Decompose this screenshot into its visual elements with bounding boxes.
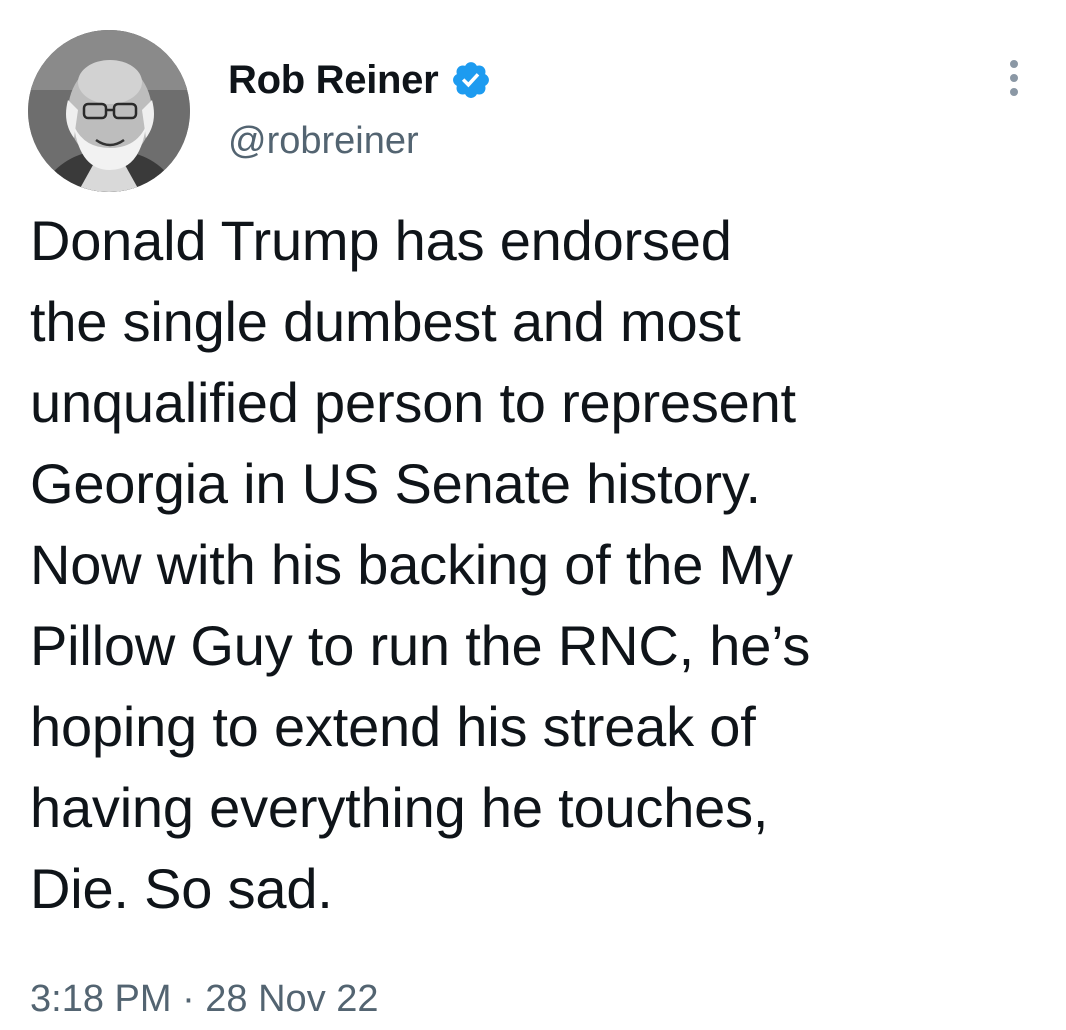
author-handle[interactable]: @robreiner — [228, 120, 419, 163]
tweet-timestamp[interactable]: 3:18 PM · 28 Nov 22 — [30, 978, 379, 1021]
tweet-text-line: Donald Trump has endorsed — [30, 209, 732, 272]
tweet-text: Donald Trump has endorsed the single dum… — [30, 200, 1040, 929]
tweet-text-line: Pillow Guy to run the RNC, he’s — [30, 614, 811, 677]
author-name-row: Rob Reiner — [228, 52, 492, 108]
tweet-text-line: the single dumbest and most — [30, 290, 741, 353]
tweet-text-line: hoping to extend his streak of — [30, 695, 756, 758]
more-options-icon[interactable] — [996, 52, 1032, 104]
avatar-photo — [28, 30, 190, 192]
tweet-text-line: Die. So sad. — [30, 857, 333, 920]
avatar[interactable] — [28, 30, 190, 192]
tweet-text-line: having everything he touches, — [30, 776, 769, 839]
verified-badge-icon — [450, 59, 492, 101]
tweet-text-line: Georgia in US Senate history. — [30, 452, 761, 515]
display-name[interactable]: Rob Reiner — [228, 58, 439, 103]
tweet-text-line: Now with his backing of the My — [30, 533, 793, 596]
tweet-text-line: unqualified person to represent — [30, 371, 796, 434]
